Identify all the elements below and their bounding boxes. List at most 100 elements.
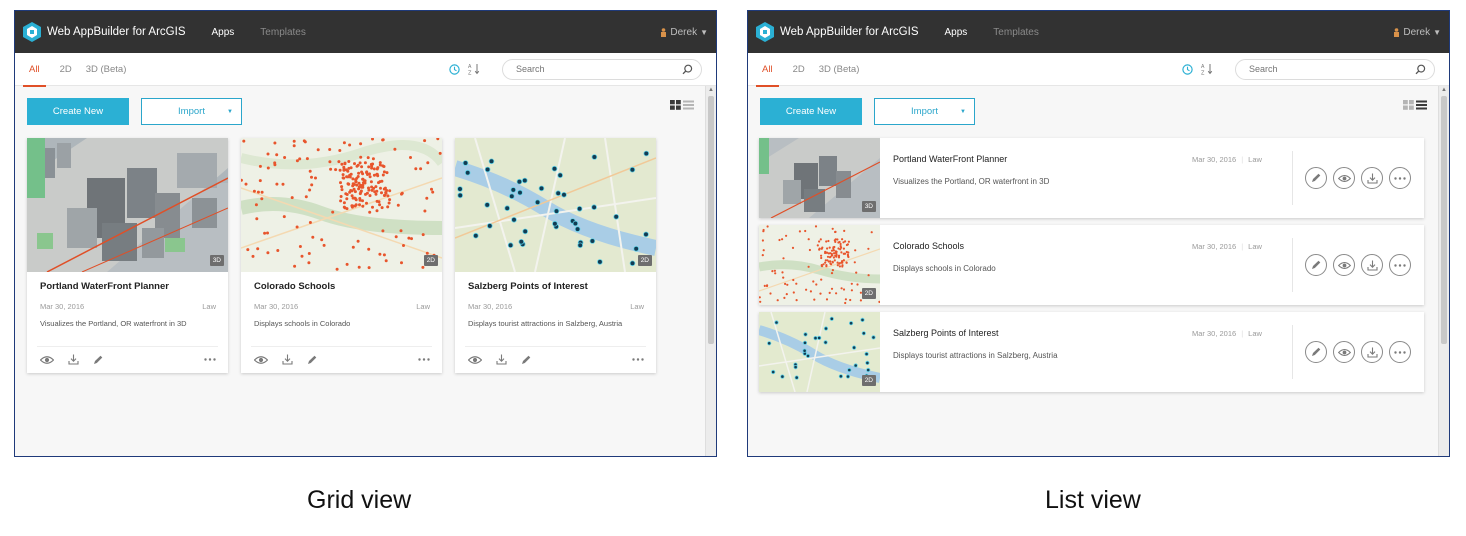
pencil-icon[interactable] xyxy=(93,355,103,365)
app-card[interactable]: 3D Portland WaterFront Planner Mar 30, 2… xyxy=(27,138,228,373)
map-point xyxy=(826,259,829,262)
download-button[interactable] xyxy=(1361,254,1383,276)
nav-templates[interactable]: Templates xyxy=(993,27,1039,38)
map-point xyxy=(308,221,312,224)
tab-3d[interactable]: 3D (Beta) xyxy=(86,53,127,86)
svg-text:Z: Z xyxy=(468,71,472,76)
app-title[interactable]: Salzberg Points of Interest xyxy=(468,281,588,292)
map-point xyxy=(339,181,342,185)
pencil-icon[interactable] xyxy=(307,355,317,365)
map-point xyxy=(354,198,358,202)
edit-button[interactable] xyxy=(1305,341,1327,363)
tab-2d[interactable]: 2D xyxy=(793,53,805,86)
more-icon[interactable] xyxy=(204,358,216,361)
view-button[interactable] xyxy=(1333,341,1355,363)
map-point xyxy=(252,189,256,193)
eye-icon[interactable] xyxy=(468,355,482,365)
more-icon[interactable] xyxy=(632,358,644,361)
map-point xyxy=(850,282,853,285)
search-input[interactable] xyxy=(516,64,666,74)
search-icon[interactable] xyxy=(682,64,693,75)
app-title[interactable]: Colorado Schools xyxy=(254,281,335,292)
chevron-down-icon: ▼ xyxy=(227,108,233,115)
scrollbar-thumb[interactable] xyxy=(708,96,714,344)
map-point xyxy=(837,247,840,250)
map-point xyxy=(457,192,463,199)
map-point xyxy=(347,160,351,163)
grid-view-icon[interactable] xyxy=(670,100,681,110)
more-icon[interactable] xyxy=(418,358,430,361)
more-button[interactable] xyxy=(1389,167,1411,189)
tab-3d[interactable]: 3D (Beta) xyxy=(819,53,860,86)
sort-az-icon[interactable]: AZ xyxy=(468,63,480,75)
import-button[interactable]: Import ▼ xyxy=(141,98,242,125)
user-menu[interactable]: Derek ▼ xyxy=(660,27,708,38)
search-box[interactable] xyxy=(502,58,702,80)
more-button[interactable] xyxy=(1389,254,1411,276)
tab-all[interactable]: All xyxy=(756,53,779,87)
search-icon[interactable] xyxy=(1415,64,1426,75)
nav-apps[interactable]: Apps xyxy=(212,27,235,38)
nav-apps[interactable]: Apps xyxy=(945,27,968,38)
eye-icon[interactable] xyxy=(254,355,268,365)
create-new-button[interactable]: Create New xyxy=(27,98,129,125)
clock-icon[interactable] xyxy=(449,63,460,75)
map-point xyxy=(589,238,596,244)
map-point xyxy=(308,188,312,192)
sort-az-icon[interactable]: AZ xyxy=(1201,63,1213,75)
map-point xyxy=(829,262,832,265)
download-icon[interactable] xyxy=(496,354,507,365)
pencil-icon[interactable] xyxy=(521,355,531,365)
app-title[interactable]: Salzberg Points of Interest xyxy=(893,328,999,338)
view-button[interactable] xyxy=(1333,254,1355,276)
app-title[interactable]: Colorado Schools xyxy=(893,241,964,251)
list-view-icon[interactable] xyxy=(1416,100,1427,110)
scrollbar[interactable]: ▲ xyxy=(1438,86,1449,456)
edit-button[interactable] xyxy=(1305,167,1327,189)
map-point xyxy=(629,260,636,267)
map-point xyxy=(255,217,259,221)
list-row[interactable]: 2D Salzberg Points of Interest Displays … xyxy=(759,312,1424,392)
map-point xyxy=(379,186,382,190)
view-button[interactable] xyxy=(1333,167,1355,189)
scrollbar-thumb[interactable] xyxy=(1441,96,1447,344)
tab-2d[interactable]: 2D xyxy=(60,53,72,86)
map-point xyxy=(785,293,788,296)
scroll-up-icon[interactable]: ▲ xyxy=(708,87,714,93)
map-point xyxy=(367,266,371,270)
app-description: Visualizes the Portland, OR waterfront i… xyxy=(893,177,1050,186)
tab-all[interactable]: All xyxy=(23,53,46,87)
list-view-icon[interactable] xyxy=(683,100,694,110)
grid-view-icon[interactable] xyxy=(1403,100,1414,110)
top-bar: Web AppBuilder for ArcGIS Apps Templates… xyxy=(15,11,716,53)
app-title[interactable]: Portland WaterFront Planner xyxy=(40,281,169,292)
pencil-icon xyxy=(1312,347,1321,356)
list-row[interactable]: 3D Portland WaterFront Planner Visualize… xyxy=(759,138,1424,218)
scrollbar[interactable]: ▲ xyxy=(705,86,716,456)
map-point xyxy=(827,239,830,243)
map-point xyxy=(838,265,841,268)
nav-templates[interactable]: Templates xyxy=(260,27,306,38)
map-point xyxy=(295,159,299,163)
app-card[interactable]: 2D Colorado Schools Mar 30, 2016 Law Disp… xyxy=(241,138,442,373)
user-menu[interactable]: Derek ▼ xyxy=(1393,27,1441,38)
download-icon[interactable] xyxy=(68,354,79,365)
clock-icon[interactable] xyxy=(1182,63,1193,75)
app-title[interactable]: Portland WaterFront Planner xyxy=(893,154,1007,164)
app-card[interactable]: 2D Salzberg Points of Interest Mar 30, 2… xyxy=(455,138,656,373)
more-button[interactable] xyxy=(1389,341,1411,363)
edit-button[interactable] xyxy=(1305,254,1327,276)
download-button[interactable] xyxy=(1361,167,1383,189)
map-point xyxy=(773,269,776,272)
download-icon[interactable] xyxy=(282,354,293,365)
map-point xyxy=(334,168,338,172)
search-input[interactable] xyxy=(1249,64,1399,74)
download-button[interactable] xyxy=(1361,341,1383,363)
search-box[interactable] xyxy=(1235,58,1435,80)
import-button[interactable]: Import ▼ xyxy=(874,98,975,125)
create-new-button[interactable]: Create New xyxy=(760,98,862,125)
list-row[interactable]: 2D Colorado Schools Displays schools in … xyxy=(759,225,1424,305)
eye-icon[interactable] xyxy=(40,355,54,365)
scroll-up-icon[interactable]: ▲ xyxy=(1441,87,1447,93)
map-point xyxy=(254,203,258,207)
